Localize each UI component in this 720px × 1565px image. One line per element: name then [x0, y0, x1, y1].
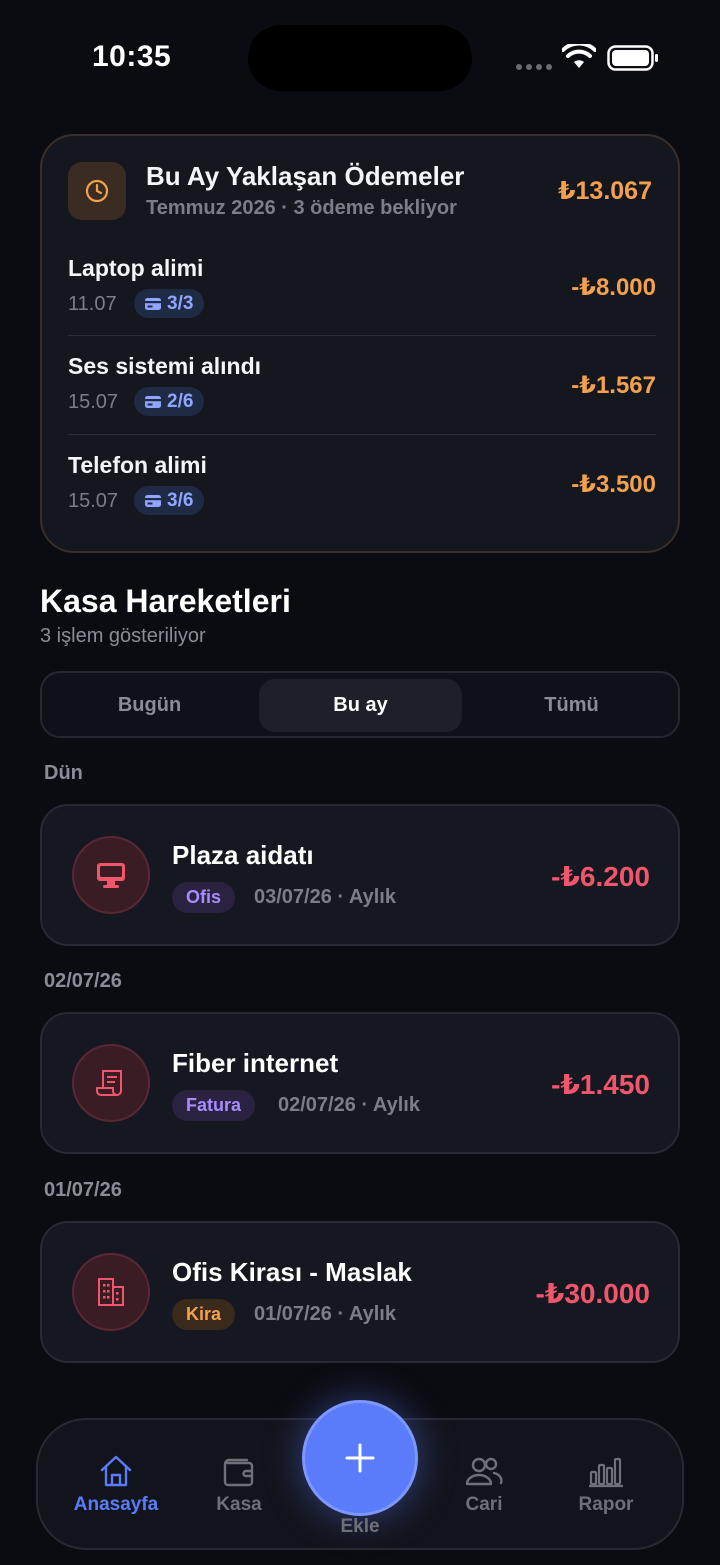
nav-cari[interactable]: Cari: [424, 1454, 544, 1516]
date-group-label: Dün: [44, 762, 83, 784]
upcoming-item-date: 15.07: [68, 490, 119, 512]
add-button[interactable]: [302, 1400, 418, 1516]
users-icon: [465, 1457, 503, 1486]
transaction-card[interactable]: Fiber internet Fatura 02/07/26 · Aylık -…: [40, 1012, 680, 1154]
period-filter: Bugün Bu ay Tümü: [40, 671, 680, 738]
upcoming-item-amount: -₺3.500: [571, 471, 656, 498]
status-time: 10:35: [92, 40, 172, 73]
upcoming-item-name: Laptop alimi: [68, 255, 204, 281]
installment-badge: 3/3: [134, 289, 205, 318]
installment-badge: 3/6: [134, 486, 205, 515]
dynamic-island: [248, 25, 472, 91]
monitor-icon: [72, 836, 150, 914]
add-button-label: Ekle: [340, 1516, 380, 1537]
section-subtitle: 3 işlem gösteriliyor: [40, 625, 206, 647]
status-bar: 10:35: [0, 0, 720, 110]
upcoming-subtitle: Temmuz 2026 · 3 ödeme bekliyor: [146, 197, 457, 219]
card-icon: [145, 494, 161, 507]
upcoming-item-date: 15.07: [68, 391, 119, 413]
wallet-icon: [223, 1458, 254, 1487]
transaction-title: Plaza aidatı: [172, 840, 314, 870]
upcoming-item[interactable]: Ses sistemi alındı 15.07 2/6 -₺1.567: [68, 335, 656, 434]
upcoming-item-amount: -₺1.567: [571, 372, 656, 399]
upcoming-item-amount: -₺8.000: [571, 274, 656, 301]
category-tag: Kira: [172, 1299, 236, 1330]
category-tag: Fatura: [172, 1090, 256, 1121]
filter-all[interactable]: Tümü: [470, 679, 673, 732]
date-group-label: 01/07/26: [44, 1179, 122, 1201]
date-group-label: 02/07/26: [44, 970, 122, 992]
nav-label: Kasa: [216, 1494, 262, 1515]
transaction-meta: 02/07/26 · Aylık: [278, 1094, 420, 1116]
transaction-title: Ofis Kirası - Maslak: [172, 1257, 412, 1287]
upcoming-payments-card[interactable]: Bu Ay Yaklaşan Ödemeler Temmuz 2026 · 3 …: [40, 134, 680, 553]
card-icon: [145, 297, 161, 310]
transaction-meta: 01/07/26 · Aylık: [254, 1303, 396, 1325]
nav-rapor[interactable]: Rapor: [546, 1454, 666, 1516]
transaction-amount: -₺6.200: [551, 861, 650, 892]
upcoming-item[interactable]: Laptop alimi 11.07 3/3 -₺8.000: [68, 239, 656, 338]
upcoming-item-name: Ses sistemi alındı: [68, 353, 262, 379]
card-icon: [145, 395, 161, 408]
upcoming-title: Bu Ay Yaklaşan Ödemeler: [146, 161, 465, 191]
filter-this-month[interactable]: Bu ay: [259, 679, 462, 732]
nav-home[interactable]: Anasayfa: [56, 1454, 176, 1516]
clock-icon: [68, 162, 126, 220]
upcoming-item[interactable]: Telefon alimi 15.07 3/6 -₺3.500: [68, 434, 656, 533]
filter-today[interactable]: Bugün: [48, 679, 251, 732]
installment-text: 2/6: [167, 390, 194, 412]
upcoming-item-date: 11.07: [68, 293, 117, 315]
upcoming-total: ₺13.067: [558, 177, 652, 205]
cellular-signal-icon: [516, 64, 552, 70]
nav-label: Cari: [465, 1494, 503, 1515]
category-tag: Ofis: [172, 882, 236, 913]
wifi-icon: [562, 44, 596, 68]
upcoming-item-name: Telefon alimi: [68, 452, 207, 478]
transaction-amount: -₺30.000: [535, 1278, 650, 1309]
nav-label: Anasayfa: [73, 1494, 159, 1515]
section-title: Kasa Hareketleri: [40, 583, 291, 619]
transaction-card[interactable]: Plaza aidatı Ofis 03/07/26 · Aylık -₺6.2…: [40, 804, 680, 946]
transaction-card[interactable]: Ofis Kirası - Maslak Kira 01/07/26 · Ayl…: [40, 1221, 680, 1363]
installment-text: 3/3: [167, 292, 194, 314]
receipt-icon: [72, 1044, 150, 1122]
battery-icon: [607, 45, 658, 71]
installment-text: 3/6: [167, 489, 194, 511]
home-icon: [100, 1455, 132, 1487]
bar-chart-icon: [589, 1457, 623, 1488]
transaction-meta: 03/07/26 · Aylık: [254, 886, 396, 908]
nav-label: Rapor: [578, 1494, 634, 1515]
nav-kasa[interactable]: Kasa: [179, 1454, 299, 1516]
transaction-title: Fiber internet: [172, 1048, 339, 1078]
plus-icon: [345, 1443, 375, 1473]
transaction-amount: -₺1.450: [551, 1069, 650, 1100]
building-icon: [72, 1253, 150, 1331]
installment-badge: 2/6: [134, 387, 205, 416]
